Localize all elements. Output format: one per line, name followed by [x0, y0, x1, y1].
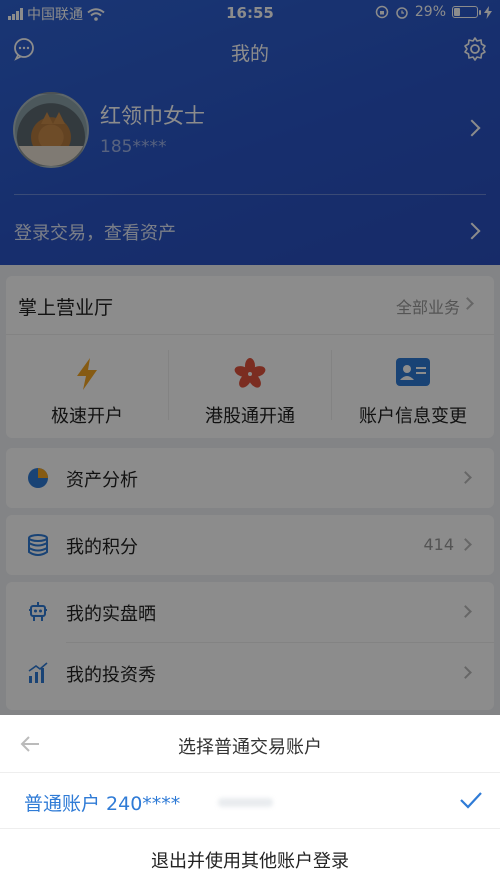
logout-label: 退出并使用其他账户登录 [151, 851, 349, 872]
sheet-title: 选择普通交易账户 [178, 737, 322, 758]
account-select-sheet: 选择普通交易账户 普通账户 240**** 退出并使用其他账户登录 [0, 715, 500, 889]
redacted-text [218, 798, 273, 807]
account-label: 普通账户 240**** [24, 793, 181, 815]
account-option[interactable]: 普通账户 240**** [0, 773, 500, 829]
logout-other-account-button[interactable]: 退出并使用其他账户登录 [0, 829, 500, 889]
sheet-header: 选择普通交易账户 [0, 715, 500, 773]
checkmark-icon [460, 792, 482, 809]
